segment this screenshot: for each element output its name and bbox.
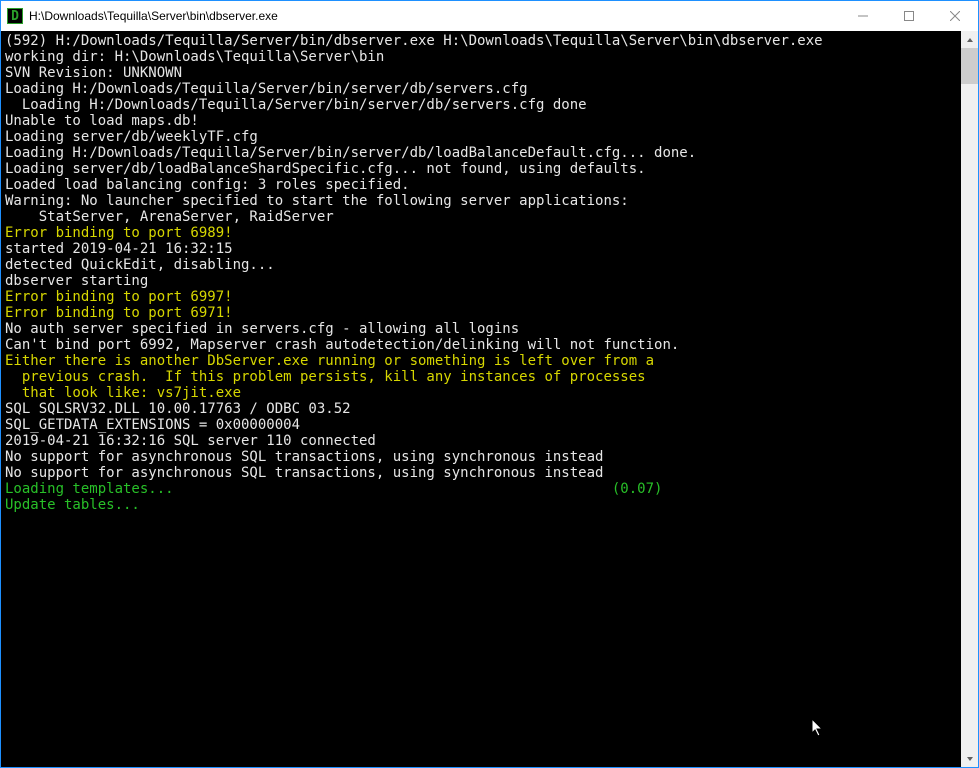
terminal-line: Update tables...: [5, 497, 960, 513]
titlebar[interactable]: D H:\Downloads\Tequilla\Server\bin\dbser…: [1, 1, 978, 31]
terminal-line: Loading server/db/loadBalanceShardSpecif…: [5, 161, 960, 177]
terminal-line: started 2019-04-21 16:32:15: [5, 241, 960, 257]
scroll-down-button[interactable]: [961, 750, 978, 767]
terminal-output: (592) H:/Downloads/Tequilla/Server/bin/d…: [5, 33, 960, 513]
terminal-line: No support for asynchronous SQL transact…: [5, 449, 960, 465]
scroll-thumb[interactable]: [961, 48, 978, 84]
terminal-line: Loaded load balancing config: 3 roles sp…: [5, 177, 960, 193]
terminal-line: Either there is another DbServer.exe run…: [5, 353, 960, 369]
terminal-line: Unable to load maps.db!: [5, 113, 960, 129]
terminal-line: Loading server/db/weeklyTF.cfg: [5, 129, 960, 145]
terminal-line: working dir: H:\Downloads\Tequilla\Serve…: [5, 49, 960, 65]
terminal-line: Error binding to port 6989!: [5, 225, 960, 241]
terminal-line: Loading templates... (0.07): [5, 481, 960, 497]
terminal-line: No auth server specified in servers.cfg …: [5, 321, 960, 337]
close-button[interactable]: [932, 1, 978, 31]
terminal-line: (592) H:/Downloads/Tequilla/Server/bin/d…: [5, 33, 960, 49]
terminal-line: SQL_GETDATA_EXTENSIONS = 0x00000004: [5, 417, 960, 433]
scrollbar[interactable]: [961, 31, 978, 767]
window-title: H:\Downloads\Tequilla\Server\bin\dbserve…: [29, 9, 840, 23]
terminal-line: dbserver starting: [5, 273, 960, 289]
terminal-line: Can't bind port 6992, Mapserver crash au…: [5, 337, 960, 353]
terminal-line: SQL SQLSRV32.DLL 10.00.17763 / ODBC 03.5…: [5, 401, 960, 417]
terminal-line: Loading H:/Downloads/Tequilla/Server/bin…: [5, 97, 960, 113]
scroll-up-button[interactable]: [961, 31, 978, 48]
terminal-line: that look like: vs7jit.exe: [5, 385, 960, 401]
terminal-line: No support for asynchronous SQL transact…: [5, 465, 960, 481]
terminal-line: Error binding to port 6971!: [5, 305, 960, 321]
terminal-line: 2019-04-21 16:32:16 SQL server 110 conne…: [5, 433, 960, 449]
terminal-line: StatServer, ArenaServer, RaidServer: [5, 209, 960, 225]
app-icon: D: [7, 8, 23, 24]
mouse-cursor-icon: [812, 719, 824, 737]
terminal-line: Warning: No launcher specified to start …: [5, 193, 960, 209]
terminal-line: Loading H:/Downloads/Tequilla/Server/bin…: [5, 145, 960, 161]
terminal-line: detected QuickEdit, disabling...: [5, 257, 960, 273]
terminal-line: previous crash. If this problem persists…: [5, 369, 960, 385]
terminal[interactable]: (592) H:/Downloads/Tequilla/Server/bin/d…: [1, 31, 978, 767]
terminal-line: SVN Revision: UNKNOWN: [5, 65, 960, 81]
console-window: D H:\Downloads\Tequilla\Server\bin\dbser…: [0, 0, 979, 768]
window-controls: [840, 1, 978, 31]
minimize-button[interactable]: [840, 1, 886, 31]
terminal-line: Loading H:/Downloads/Tequilla/Server/bin…: [5, 81, 960, 97]
terminal-line: Error binding to port 6997!: [5, 289, 960, 305]
maximize-button[interactable]: [886, 1, 932, 31]
